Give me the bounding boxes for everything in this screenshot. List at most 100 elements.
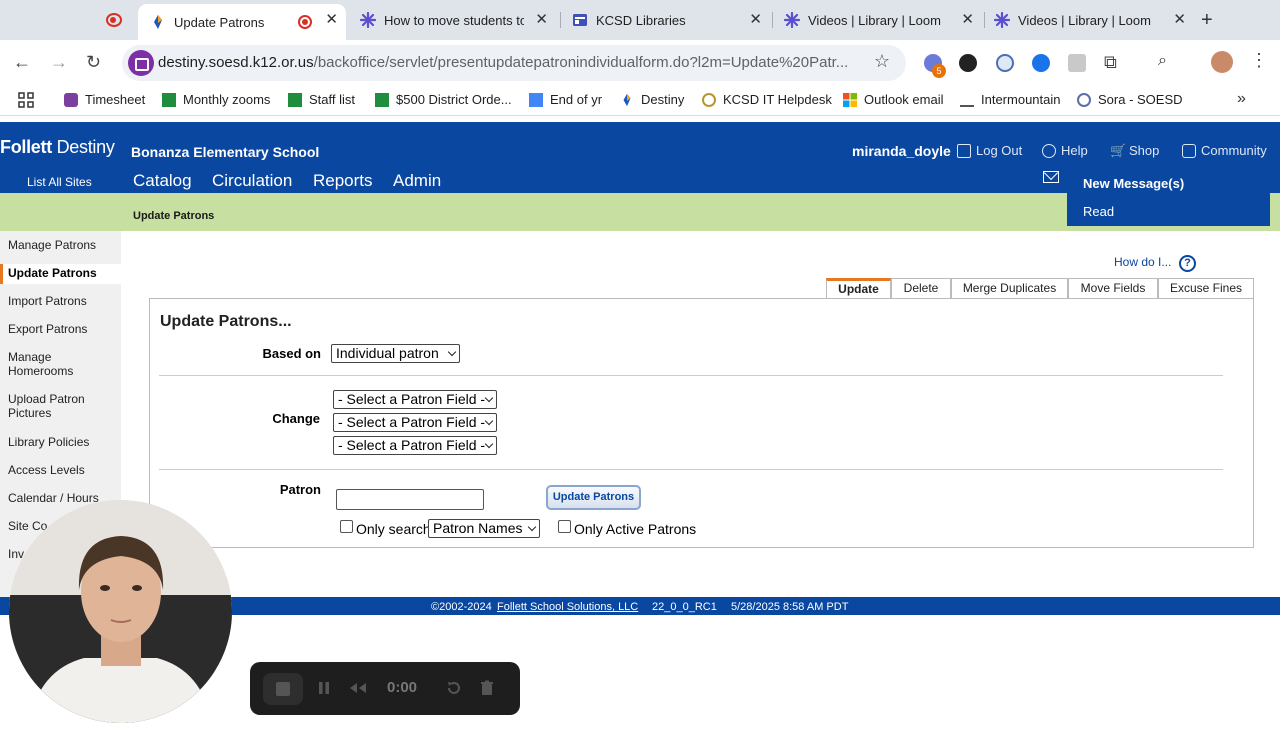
sidebar-item-export-patrons[interactable]: Export Patrons [8, 322, 118, 336]
tab-update-patrons[interactable]: Update Patrons ✕ [138, 4, 346, 40]
bookmark-star-icon[interactable]: ☆ [874, 51, 890, 72]
avatar[interactable] [1211, 51, 1233, 73]
nav-catalog[interactable]: Catalog [133, 171, 192, 191]
extension-icon[interactable] [1068, 54, 1086, 72]
based-on-select[interactable]: Individual patron [331, 344, 460, 363]
school-name: Bonanza Elementary School [131, 144, 320, 160]
read-messages-item[interactable]: Read [1083, 204, 1114, 219]
only-search-checkbox[interactable] [340, 520, 353, 533]
close-tab-icon[interactable]: ✕ [749, 12, 762, 28]
destiny-favicon-icon [150, 14, 166, 30]
based-on-label: Based on [262, 346, 321, 361]
tab-excuse-fines[interactable]: Excuse Fines [1158, 278, 1254, 298]
new-messages-item[interactable]: New Message(s) [1083, 176, 1184, 191]
back-icon[interactable]: ← [13, 52, 31, 73]
bookmark-kcsd-it-helpdesk[interactable]: KCSD IT Helpdesk [702, 92, 832, 107]
tab-loom-videos-2[interactable]: Videos | Library | Loom ✕ [986, 4, 1194, 36]
shop-link[interactable]: 🛒 Shop [1110, 143, 1159, 158]
update-patrons-panel: Update Patrons... Based on Individual pa… [149, 298, 1254, 548]
sidebar-item-update-patrons[interactable]: Update Patrons [8, 266, 118, 280]
extension-badge: 5 [932, 64, 946, 78]
username: miranda_doyle [852, 143, 951, 159]
bookmark-destiny[interactable]: Destiny [620, 92, 684, 107]
tab-how-to-move-students[interactable]: How to move students to ✕ [350, 4, 556, 36]
recording-timer: 0:00 [387, 679, 418, 696]
bookmark-end-of-yr[interactable]: End of yr [529, 92, 602, 107]
close-tab-icon[interactable]: ✕ [961, 12, 974, 28]
tab-merge-duplicates[interactable]: Merge Duplicates [951, 278, 1068, 298]
bookmark-intermountain[interactable]: Intermountain [960, 92, 1061, 107]
bookmarks-bar: Timesheet Monthly zooms Staff list $500 … [0, 86, 1280, 116]
mail-icon[interactable] [1043, 171, 1059, 183]
bookmark-district-order[interactable]: $500 District Orde... [375, 92, 512, 107]
tab-delete[interactable]: Delete [891, 278, 951, 298]
sidebar-item-manage-patrons[interactable]: Manage Patrons [8, 238, 118, 252]
webcam-bubble[interactable] [9, 500, 232, 723]
update-patrons-button[interactable]: Update Patrons [546, 485, 641, 510]
only-active-patrons-checkbox[interactable] [558, 520, 571, 533]
sidebar-item-upload-patron-pictures[interactable]: Upload Patron Pictures [8, 392, 98, 420]
tab-move-fields[interactable]: Move Fields [1068, 278, 1158, 298]
docs-icon [529, 92, 543, 107]
close-tab-icon[interactable]: ✕ [325, 12, 338, 28]
close-tab-icon[interactable]: ✕ [535, 12, 548, 28]
sidebar-item-library-policies[interactable]: Library Policies [8, 435, 118, 449]
new-tab-icon[interactable]: + [1201, 9, 1213, 32]
tab-update[interactable]: Update [826, 278, 891, 298]
sidebar-item-access-levels[interactable]: Access Levels [8, 463, 118, 477]
bookmark-staff-list[interactable]: Staff list [288, 92, 355, 107]
extension-icon[interactable] [959, 54, 977, 72]
help-link[interactable]: Help [1042, 143, 1088, 158]
apps-grid-icon[interactable] [18, 92, 34, 108]
extension-icon[interactable] [1032, 54, 1050, 72]
only-active-patrons-label: Only Active Patrons [574, 521, 697, 537]
browser-toolbar: ← → ↻ destiny.soesd.k12.or.us/backoffice… [0, 40, 1280, 86]
logout-link[interactable]: Log Out [957, 143, 1022, 158]
trash-icon[interactable] [479, 680, 495, 696]
tab-search-icon[interactable]: ⌕ [1158, 52, 1176, 70]
patron-field-select-1[interactable]: - Select a Patron Field - [333, 390, 497, 409]
bookmark-monthly-zooms[interactable]: Monthly zooms [162, 92, 270, 107]
chevron-down-icon [527, 522, 537, 532]
sidebar-item-manage-homerooms[interactable]: Manage Homerooms [8, 350, 88, 378]
puzzle-icon[interactable]: ⧉ [1104, 52, 1122, 72]
tab-recording[interactable] [98, 4, 130, 36]
rewind-icon[interactable] [348, 680, 366, 696]
logout-icon [957, 143, 971, 158]
menu-icon[interactable]: ⋮ [1250, 50, 1268, 71]
screen-recording-icon[interactable] [128, 50, 154, 76]
forward-icon[interactable]: → [50, 52, 68, 73]
sidebar-item-import-patrons[interactable]: Import Patrons [8, 294, 118, 308]
only-search-select[interactable]: Patron Names [428, 519, 540, 538]
pause-icon[interactable] [316, 680, 332, 696]
restart-icon[interactable] [446, 680, 462, 696]
tab-loom-videos-1[interactable]: Videos | Library | Loom ✕ [774, 4, 982, 36]
google-sites-icon [572, 12, 588, 28]
patron-input[interactable] [336, 489, 484, 510]
how-do-i-link[interactable]: How do I... [1114, 255, 1171, 269]
question-icon[interactable]: ? [1179, 255, 1196, 272]
tab-kcsd-libraries[interactable]: KCSD Libraries ✕ [562, 4, 770, 36]
bookmark-sora[interactable]: Sora - SOESD [1077, 92, 1183, 107]
nav-circulation[interactable]: Circulation [212, 171, 292, 191]
address-bar[interactable]: destiny.soesd.k12.or.us/backoffice/servl… [122, 45, 906, 81]
close-tab-icon[interactable]: ✕ [1173, 12, 1186, 28]
reload-icon[interactable]: ↻ [86, 52, 101, 73]
list-all-sites-link[interactable]: List All Sites [27, 175, 92, 189]
follett-link[interactable]: Follett School Solutions, LLC [497, 601, 638, 613]
bookmark-timesheet[interactable]: Timesheet [64, 92, 145, 107]
extension-icon[interactable] [996, 54, 1014, 72]
patron-field-select-2[interactable]: - Select a Patron Field - [333, 413, 497, 432]
chevron-down-icon [484, 393, 494, 403]
community-link[interactable]: Community [1182, 143, 1267, 158]
more-bookmarks-icon[interactable]: » [1237, 90, 1246, 108]
loom-icon [993, 11, 1011, 29]
community-icon [1182, 143, 1196, 158]
stop-recording-button[interactable] [263, 673, 303, 705]
url-text[interactable]: destiny.soesd.k12.or.us/backoffice/servl… [158, 54, 848, 71]
follett-destiny-logo[interactable]: Follett Destiny [0, 137, 115, 158]
bookmark-outlook-email[interactable]: Outlook email [843, 92, 943, 107]
nav-admin[interactable]: Admin [381, 171, 453, 201]
patron-field-select-3[interactable]: - Select a Patron Field - [333, 436, 497, 455]
nav-reports[interactable]: Reports [313, 171, 373, 191]
